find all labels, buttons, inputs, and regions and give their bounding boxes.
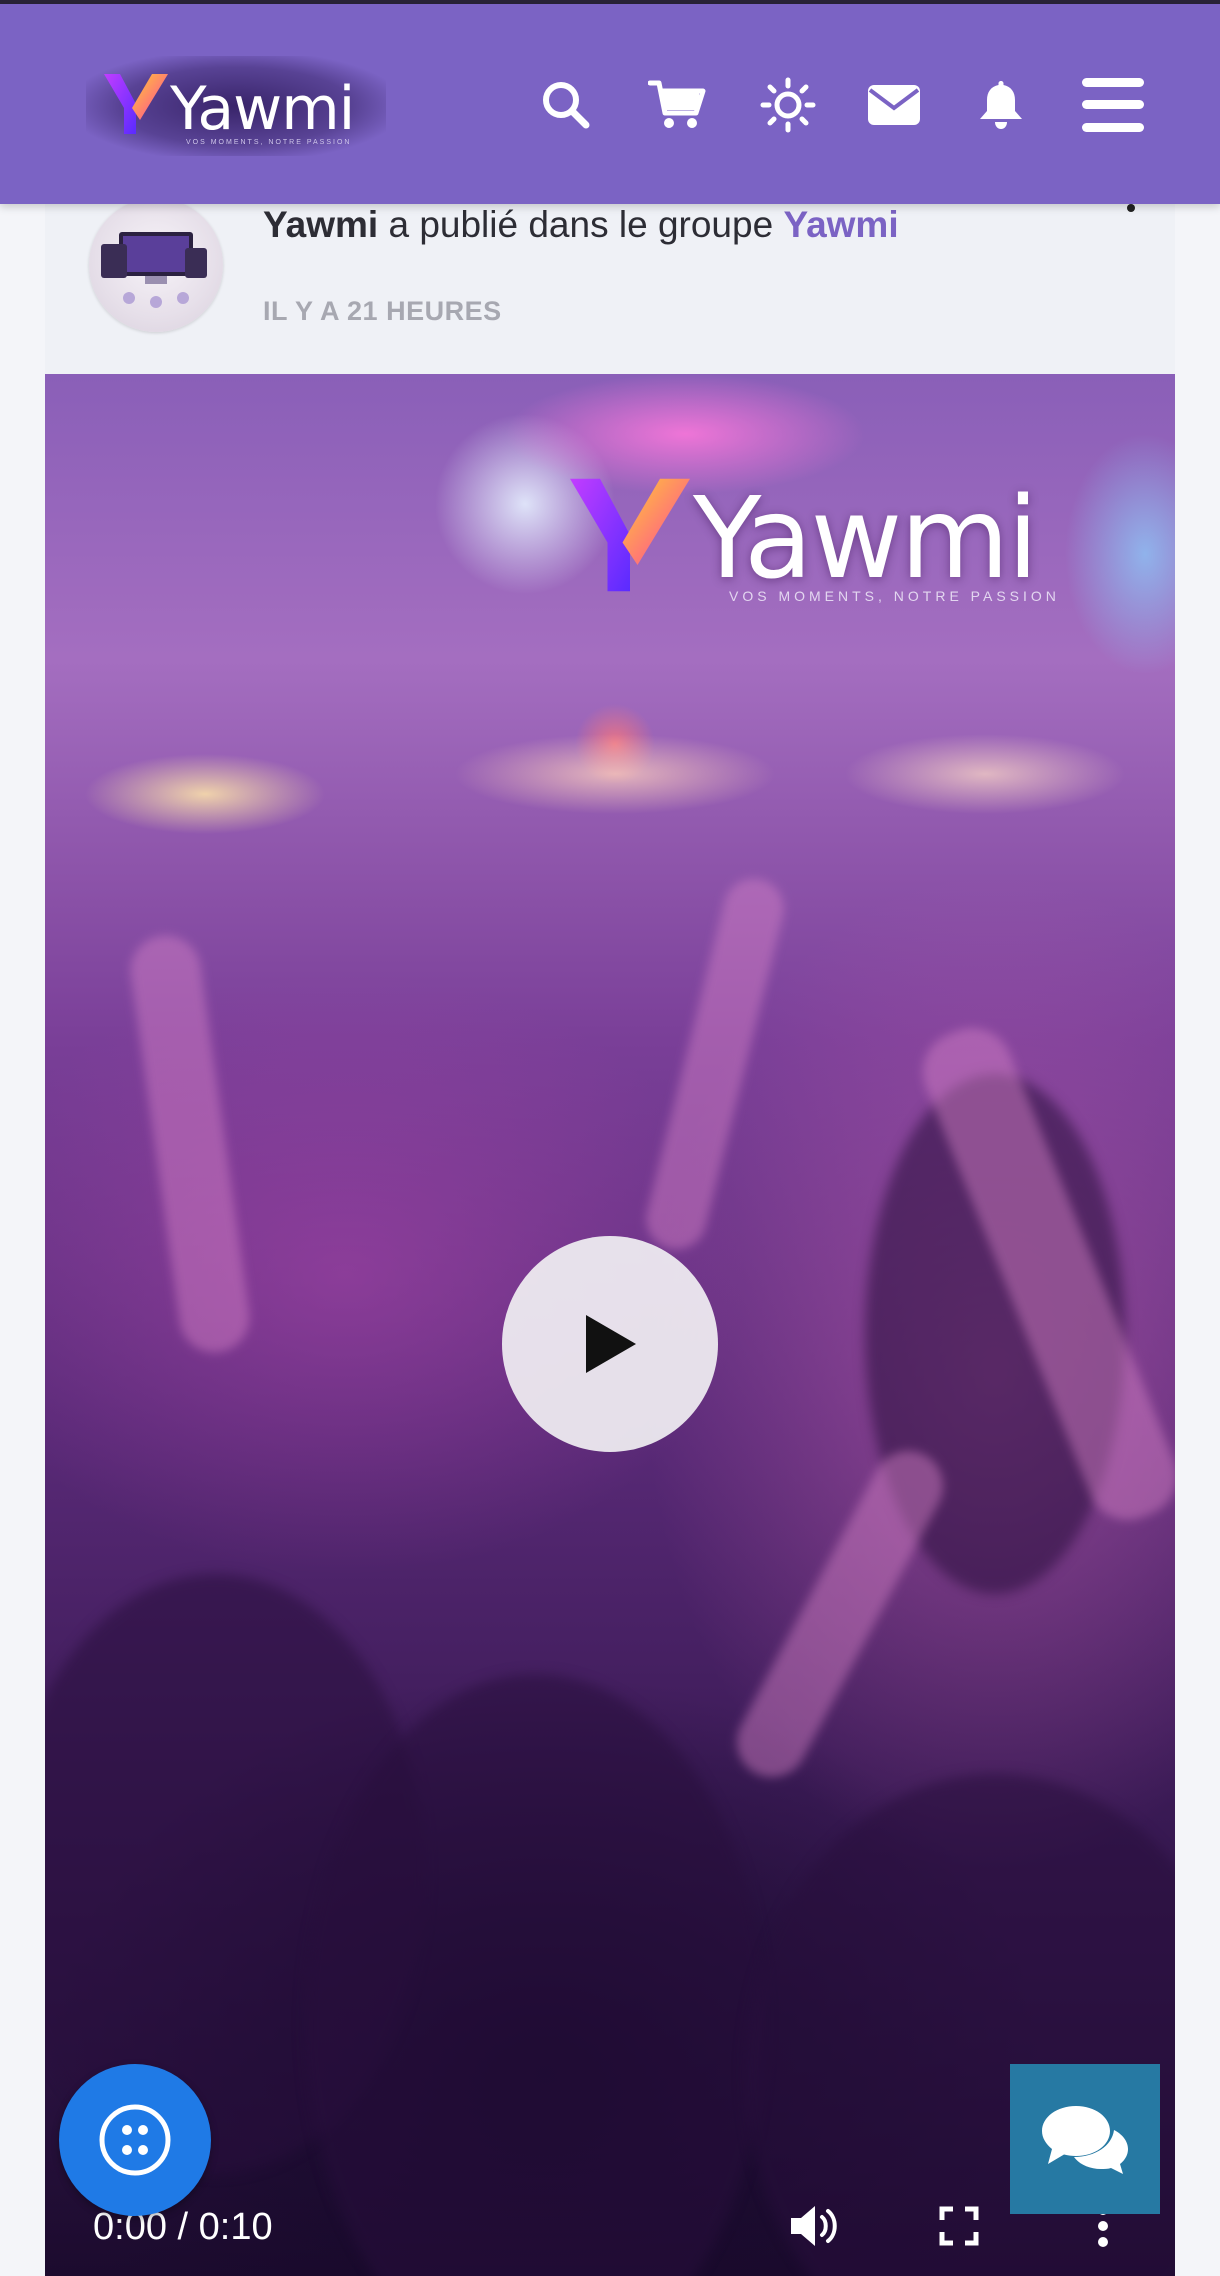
menu-button[interactable]	[1082, 74, 1144, 136]
post-header: Yawmi a publié dans le groupe Yawmi IL Y…	[45, 198, 1175, 374]
accessibility-icon	[99, 2104, 171, 2176]
post-author-link[interactable]: Yawmi	[263, 204, 378, 245]
chat-button[interactable]	[1010, 2064, 1160, 2214]
raised-arm-shape	[126, 931, 254, 1357]
avatar-devices-image	[101, 232, 207, 308]
video-watermark-brand: Yawmi	[693, 474, 1038, 604]
theme-toggle-icon	[760, 77, 816, 133]
brand-logo[interactable]: Yawmi VOS MOMENTS, NOTRE PASSION	[86, 56, 386, 156]
bell-icon	[980, 81, 1022, 129]
messages-button[interactable]	[863, 74, 925, 136]
search-button[interactable]	[535, 74, 597, 136]
chat-bubbles-icon	[1042, 2106, 1128, 2174]
video-player[interactable]: Yawmi VOS MOMENTS, NOTRE PASSION 0:00 / …	[45, 374, 1175, 2276]
video-logo-mark-icon	[570, 478, 690, 592]
play-icon	[586, 1315, 636, 1373]
fullscreen-icon	[939, 2206, 979, 2246]
logo-mark-icon	[104, 74, 168, 134]
post-activity-line: Yawmi a publié dans le groupe Yawmi	[263, 204, 899, 246]
menu-icon	[1082, 78, 1144, 132]
mail-icon	[868, 85, 920, 125]
search-icon	[543, 82, 590, 129]
video-watermark-tagline: VOS MOMENTS, NOTRE PASSION	[729, 588, 1060, 604]
brand-name: Yawmi	[170, 74, 355, 144]
theme-toggle-button[interactable]	[757, 74, 819, 136]
cart-button[interactable]	[646, 74, 708, 136]
group-avatar[interactable]	[89, 198, 223, 332]
fullscreen-button[interactable]	[929, 2196, 989, 2256]
volume-button[interactable]	[785, 2196, 845, 2256]
raised-arm-shape	[724, 1438, 956, 1790]
post-group-link[interactable]: Yawmi	[783, 204, 898, 245]
brand-tagline: VOS MOMENTS, NOTRE PASSION	[186, 139, 352, 146]
notifications-button[interactable]	[970, 74, 1032, 136]
volume-icon	[791, 2206, 837, 2246]
raised-arm-shape	[639, 872, 791, 1256]
post-timestamp: IL Y A 21 HEURES	[263, 296, 502, 326]
app-header: Yawmi VOS MOMENTS, NOTRE PASSION	[0, 4, 1220, 204]
post-action-text: a publié dans le groupe	[378, 204, 784, 245]
accessibility-button[interactable]	[59, 2064, 211, 2216]
post-options-icon[interactable]	[1127, 204, 1135, 212]
play-button[interactable]	[502, 1236, 718, 1452]
cart-icon	[648, 80, 706, 128]
